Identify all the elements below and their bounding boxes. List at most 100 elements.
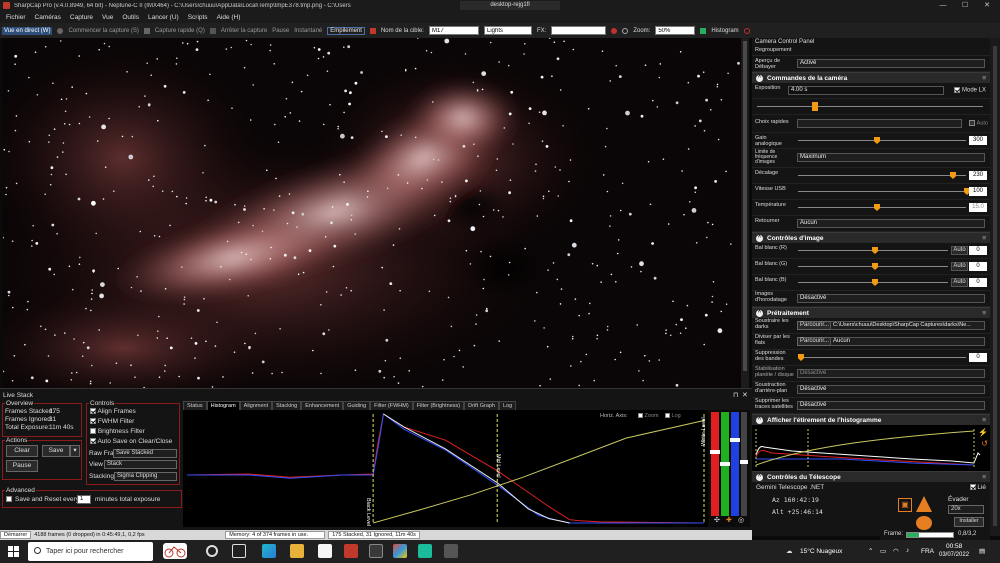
stretch-auto-icon[interactable]: ⚡	[978, 428, 988, 437]
fwhm-filter-checkbox[interactable]	[90, 418, 96, 425]
preprocessing-header[interactable]: ^ Prétraitement ≡	[752, 307, 990, 318]
histogram-button[interactable]: Histogram	[711, 28, 738, 34]
park-icon[interactable]: ▣	[898, 498, 912, 512]
banding-slider[interactable]	[798, 357, 966, 358]
blue-level-bar[interactable]	[731, 412, 739, 516]
notifications-icon[interactable]: ▤	[979, 547, 985, 555]
clear-button[interactable]: Clear	[6, 445, 38, 457]
reset-icon[interactable]: ◎	[738, 516, 744, 524]
move-icon[interactable]: ✣	[714, 516, 720, 524]
weather-text[interactable]: 15°C Nuageux	[800, 548, 842, 555]
camera-controls-header[interactable]: ^ Commandes de la caméra ≡	[752, 72, 990, 83]
quick-choice-select[interactable]	[797, 119, 962, 128]
tab-drift-graph[interactable]: Drift Graph	[464, 401, 499, 410]
gain-value[interactable]: 300	[969, 136, 987, 145]
offset-slider[interactable]	[798, 175, 966, 176]
pause-button[interactable]: Pause	[272, 28, 289, 34]
usb-slider[interactable]	[798, 191, 966, 192]
save-reset-value[interactable]: 1	[77, 495, 91, 504]
exposure-input[interactable]: 4.00 s	[788, 86, 944, 95]
offset-value[interactable]: 230	[969, 171, 987, 180]
blue-level-handle[interactable]	[730, 438, 740, 442]
align-frames-checkbox[interactable]	[90, 408, 96, 415]
wb-red-value[interactable]: 0	[969, 246, 987, 255]
quick-capture-button[interactable]: Capture rapide (Q)	[155, 28, 205, 34]
tray-expand-icon[interactable]: ⌃	[868, 547, 873, 555]
menu-icon[interactable]: ≡	[982, 474, 986, 481]
menu-capture[interactable]: Capture	[70, 14, 93, 21]
pin-icon[interactable]: ⊓	[733, 391, 738, 399]
luminance-level-bar[interactable]	[741, 412, 747, 516]
menu-fichier[interactable]: Fichier	[6, 14, 26, 21]
task-view-icon[interactable]	[232, 544, 246, 558]
raw-frames-select[interactable]: Save Stacked	[113, 449, 177, 458]
snapshot-button[interactable]: Instantané	[294, 28, 322, 34]
wb-blue-thumb[interactable]	[872, 279, 878, 286]
file-explorer-icon[interactable]	[290, 544, 304, 558]
image-vertical-scrollbar[interactable]	[741, 38, 749, 388]
live-view-button[interactable]: Vue en direct (W)	[2, 26, 53, 35]
zoom-checkbox[interactable]	[638, 413, 643, 419]
connected-checkbox[interactable]	[969, 484, 976, 491]
temperature-slider-thumb[interactable]	[874, 204, 880, 211]
auto-save-checkbox[interactable]	[90, 438, 96, 445]
auto-stretch-icon[interactable]: ✚	[726, 516, 732, 524]
gain-slider-thumb[interactable]	[874, 137, 880, 144]
remote-desktop-icon[interactable]	[444, 544, 458, 558]
menu-aide[interactable]: Aide (H)	[217, 14, 241, 21]
menu-cameras[interactable]: Caméras	[35, 14, 61, 21]
log-checkbox[interactable]	[665, 413, 670, 419]
menu-icon[interactable]: ≡	[982, 310, 986, 317]
windows-start-icon[interactable]	[8, 546, 19, 557]
start-capture-button[interactable]: Commencer la capture (S)	[68, 28, 138, 34]
flats-select[interactable]: Aucun	[830, 337, 985, 346]
offset-slider-thumb[interactable]	[950, 172, 956, 179]
sharpcap-icon[interactable]	[344, 544, 358, 558]
slew-speed-select[interactable]: 20x	[948, 505, 984, 514]
stacking-button[interactable]: Empilement	[327, 26, 365, 35]
wb-red-auto[interactable]: Auto	[951, 246, 968, 255]
menu-icon[interactable]: ≡	[982, 75, 986, 82]
histogram-stretch-header[interactable]: ^ Afficher l'étirement de l'histogramme ≡	[752, 414, 990, 425]
red-level-handle[interactable]	[710, 450, 720, 454]
auto-checkbox[interactable]	[969, 120, 976, 126]
framerate-select[interactable]: Maximum	[797, 153, 985, 162]
stretch-reset-icon[interactable]: ↺	[981, 439, 988, 448]
clock-date[interactable]: 03/07/2022	[939, 552, 969, 558]
exposure-slider-thumb[interactable]	[812, 102, 818, 111]
menu-icon[interactable]: ≡	[982, 417, 986, 424]
install-button[interactable]: Installer	[954, 517, 984, 527]
language-indicator[interactable]: FRA	[921, 548, 934, 555]
luminance-level-handle[interactable]	[740, 460, 748, 464]
debayer-select[interactable]: Activé	[797, 59, 985, 68]
stacking-select[interactable]: Sigma Clipping	[114, 472, 177, 481]
usb-value[interactable]: 100	[969, 187, 987, 196]
start-button[interactable]: Démarrer	[0, 531, 32, 539]
banding-thumb[interactable]	[798, 354, 804, 361]
close-panel-icon[interactable]: ✕	[742, 391, 748, 399]
gain-slider[interactable]	[798, 140, 966, 141]
tab-alignment[interactable]: Alignment	[239, 401, 273, 410]
image-controls-header[interactable]: ^ Contrôles d'image ≡	[752, 232, 990, 243]
app-icon-2[interactable]	[418, 544, 432, 558]
wb-green-thumb[interactable]	[872, 263, 878, 270]
save-dropdown-button[interactable]: ▾	[70, 445, 80, 457]
telescope-controls-header[interactable]: ^ Contrôles du Télescope ≡	[752, 471, 990, 482]
wifi-icon[interactable]: ◠	[893, 547, 899, 555]
tab-histogram[interactable]: Histogram	[206, 401, 240, 410]
wb-green-value[interactable]: 0	[969, 262, 987, 271]
lx-mode-checkbox[interactable]	[954, 87, 961, 93]
tab-enhancement[interactable]: Enhancement	[301, 401, 344, 410]
planetary-select[interactable]: Désactivé	[797, 369, 985, 378]
tab-stacking[interactable]: Stacking	[272, 401, 302, 410]
save-reset-checkbox[interactable]	[6, 496, 12, 503]
menu-icon[interactable]: ≡	[982, 235, 986, 242]
volume-icon[interactable]: ♪	[906, 547, 909, 554]
wb-blue-auto[interactable]: Auto	[951, 278, 968, 287]
cortana-icon[interactable]	[206, 545, 218, 557]
darks-path[interactable]: C:\Users\chuuu\Desktop\SharpCap Captures…	[830, 321, 985, 330]
menu-scripts[interactable]: Scripts	[188, 14, 208, 21]
tab-log[interactable]: Log	[499, 401, 517, 410]
bike-icon[interactable]	[163, 543, 187, 559]
background-select[interactable]: Désactivé	[797, 385, 985, 394]
